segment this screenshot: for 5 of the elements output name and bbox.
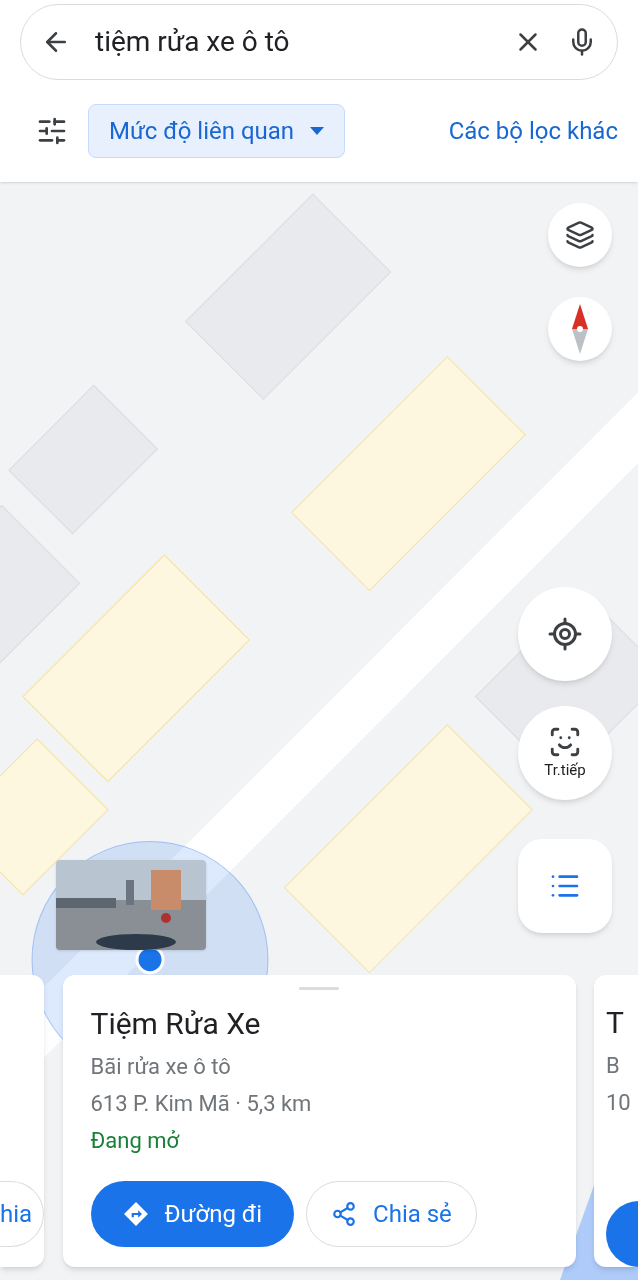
more-filters-link[interactable]: Các bộ lọc khác (448, 113, 618, 149)
dropdown-icon (310, 127, 325, 135)
filter-icon[interactable] (36, 115, 68, 147)
search-query: tiệm rửa xe ô tô (95, 24, 291, 60)
sort-chip[interactable]: Mức độ liên quan (88, 104, 346, 158)
